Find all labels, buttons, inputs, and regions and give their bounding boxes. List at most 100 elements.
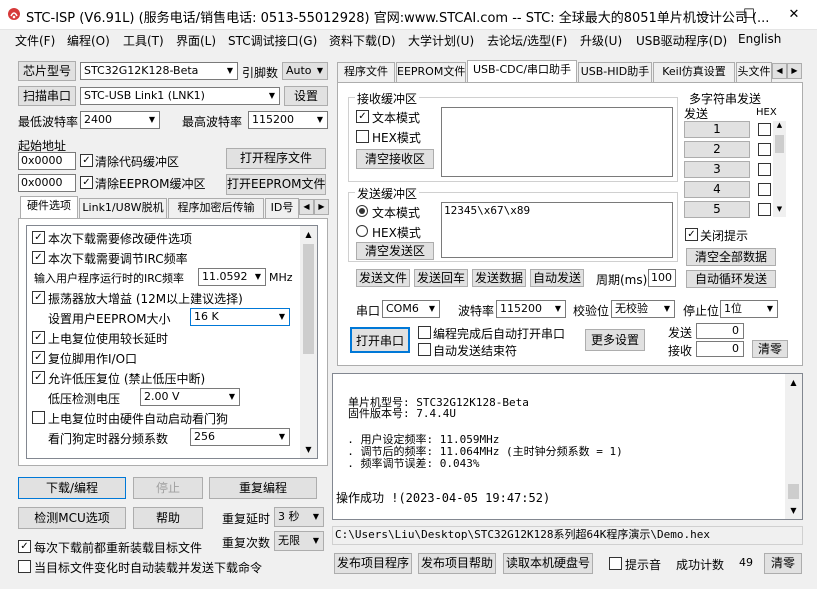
close-button[interactable]: ✕: [771, 0, 817, 30]
scroll-down-icon[interactable]: ▼: [300, 441, 317, 458]
tab-keil-sim[interactable]: Keil仿真设置: [653, 62, 735, 82]
scroll-down-icon[interactable]: ▼: [785, 502, 802, 519]
tab-scroll-right-button[interactable]: ▶: [314, 199, 329, 215]
publish-program-button[interactable]: 发布项目程序: [334, 553, 412, 574]
watchdog-divider-select[interactable]: 256 ▼: [190, 428, 290, 446]
clear-receive-button[interactable]: 清空接收区: [356, 149, 434, 169]
send-file-button[interactable]: 发送文件: [356, 269, 410, 287]
send-hex-mode-radio[interactable]: [356, 225, 368, 237]
menu-file[interactable]: 文件(F): [15, 32, 55, 49]
parity-select[interactable]: 无校验 ▼: [611, 300, 675, 318]
scroll-up-icon[interactable]: ▲: [785, 374, 802, 391]
tab-hardware-options[interactable]: 硬件选项: [20, 196, 78, 218]
period-input[interactable]: 100: [648, 269, 676, 287]
auto-load-on-change-checkbox[interactable]: [18, 560, 31, 573]
option-checkbox[interactable]: ✓: [32, 251, 45, 264]
com-port-select[interactable]: COM6 ▼: [382, 300, 440, 318]
tab-scroll-left-button[interactable]: ◀: [772, 63, 787, 79]
scrollbar-thumb[interactable]: [788, 484, 799, 499]
multi-hex-checkbox[interactable]: [758, 183, 771, 196]
maximize-button[interactable]: ☐: [726, 0, 772, 30]
scan-port-button[interactable]: 扫描串口: [18, 86, 76, 106]
multi-hex-checkbox[interactable]: [758, 203, 771, 216]
option-checkbox[interactable]: ✓: [32, 351, 45, 364]
tab-program-file[interactable]: 程序文件: [337, 62, 395, 82]
port-select[interactable]: STC-USB Link1 (LNK1) ▼: [80, 87, 280, 105]
open-serial-port-button[interactable]: 打开串口: [350, 327, 410, 353]
pin-count-select[interactable]: Auto ▼: [282, 62, 328, 80]
stop-button[interactable]: 停止: [133, 477, 203, 499]
scroll-up-icon[interactable]: ▲: [773, 121, 786, 134]
menu-tools[interactable]: 工具(T): [123, 32, 164, 49]
chip-model-button[interactable]: 芯片型号: [18, 61, 76, 81]
help-button[interactable]: 帮助: [133, 507, 203, 529]
menu-program[interactable]: 编程(O): [67, 32, 110, 49]
open-program-file-button[interactable]: 打开程序文件: [226, 148, 326, 169]
receive-hex-mode-checkbox[interactable]: [356, 130, 369, 143]
beep-checkbox[interactable]: [609, 557, 622, 570]
multi-send-button-1[interactable]: 1: [684, 121, 750, 138]
reload-before-download-checkbox[interactable]: ✓: [18, 540, 31, 553]
auto-end-char-checkbox[interactable]: [418, 343, 431, 356]
option-checkbox[interactable]: ✓: [32, 231, 45, 244]
tab-encrypted-transfer[interactable]: 程序加密后传输: [168, 198, 264, 218]
auto-send-button[interactable]: 自动发送: [530, 269, 584, 287]
multi-send-button-2[interactable]: 2: [684, 141, 750, 158]
menu-university[interactable]: 大学计划(U): [408, 32, 474, 49]
clear-code-checkbox[interactable]: ✓: [80, 154, 93, 167]
repeat-delay-select[interactable]: 3 秒 ▼: [274, 507, 324, 527]
menu-forum[interactable]: 去论坛/选型(F): [487, 32, 567, 49]
chip-model-select[interactable]: STC32G12K128-Beta ▼: [80, 62, 238, 80]
menu-debug[interactable]: STC调试接口(G): [228, 32, 317, 49]
tab-usb-cdc-serial[interactable]: USB-CDC/串口助手: [467, 60, 577, 82]
menu-upgrade[interactable]: 升级(U): [580, 32, 622, 49]
multi-send-button-4[interactable]: 4: [684, 181, 750, 198]
clear-all-data-button[interactable]: 清空全部数据: [686, 248, 776, 266]
eeprom-address-input[interactable]: 0x0000: [18, 174, 76, 192]
detect-mcu-button[interactable]: 检测MCU选项: [18, 507, 126, 529]
publish-help-button[interactable]: 发布项目帮助: [418, 553, 496, 574]
baud-rate-select[interactable]: 115200 ▼: [496, 300, 566, 318]
scrollbar-thumb[interactable]: [775, 135, 784, 153]
tab-usb-hid[interactable]: USB-HID助手: [578, 62, 652, 82]
repeat-count-select[interactable]: 无限 ▼: [274, 531, 324, 551]
send-return-button[interactable]: 发送回车: [414, 269, 468, 287]
scroll-up-icon[interactable]: ▲: [300, 226, 317, 243]
multi-send-scrollbar[interactable]: ▲ ▼: [773, 121, 786, 217]
close-tip-checkbox[interactable]: ✓: [685, 228, 698, 241]
tab-link1-offline[interactable]: Link1/U8W脱机: [79, 198, 167, 218]
low-voltage-select[interactable]: 2.00 V ▼: [140, 388, 240, 406]
clear-eeprom-checkbox[interactable]: ✓: [80, 176, 93, 189]
send-data-button[interactable]: 发送数据: [472, 269, 526, 287]
tab-id-number[interactable]: ID号: [265, 198, 299, 218]
send-text-mode-radio[interactable]: [356, 205, 368, 217]
log-scrollbar[interactable]: ▲ ▼: [785, 374, 802, 519]
more-settings-button[interactable]: 更多设置: [585, 329, 645, 351]
multi-send-button-5[interactable]: 5: [684, 201, 750, 218]
minimize-button[interactable]: —: [680, 0, 726, 30]
max-baud-select[interactable]: 115200 ▼: [248, 111, 328, 129]
menu-english[interactable]: English: [738, 32, 781, 46]
option-checkbox[interactable]: [32, 411, 45, 424]
multi-hex-checkbox[interactable]: [758, 143, 771, 156]
clear-send-button[interactable]: 清空发送区: [356, 242, 434, 260]
scroll-down-icon[interactable]: ▼: [773, 205, 786, 217]
download-program-button[interactable]: 下载/编程: [18, 477, 126, 499]
receive-text-mode-checkbox[interactable]: ✓: [356, 110, 369, 123]
irc-frequency-select[interactable]: 11.0592 ▼: [198, 268, 266, 286]
tab-eeprom-file[interactable]: EEPROM文件: [396, 62, 466, 82]
receive-text-area[interactable]: [441, 107, 673, 177]
option-checkbox[interactable]: ✓: [32, 331, 45, 344]
read-disk-id-button[interactable]: 读取本机硬盘号: [503, 553, 593, 574]
option-checkbox[interactable]: ✓: [32, 291, 45, 304]
clear-success-count-button[interactable]: 清零: [764, 553, 802, 574]
stop-bits-select[interactable]: 1位 ▼: [720, 300, 778, 318]
options-scrollbar[interactable]: ▲ ▼: [300, 226, 317, 458]
send-text-area[interactable]: 12345\x67\x89: [441, 202, 673, 258]
min-baud-select[interactable]: 2400 ▼: [80, 111, 160, 129]
multi-send-button-3[interactable]: 3: [684, 161, 750, 178]
clear-count-button[interactable]: 清零: [752, 340, 788, 358]
menu-interface[interactable]: 界面(L): [176, 32, 216, 49]
auto-loop-send-button[interactable]: 自动循环发送: [686, 270, 776, 288]
auto-open-port-checkbox[interactable]: [418, 326, 431, 339]
